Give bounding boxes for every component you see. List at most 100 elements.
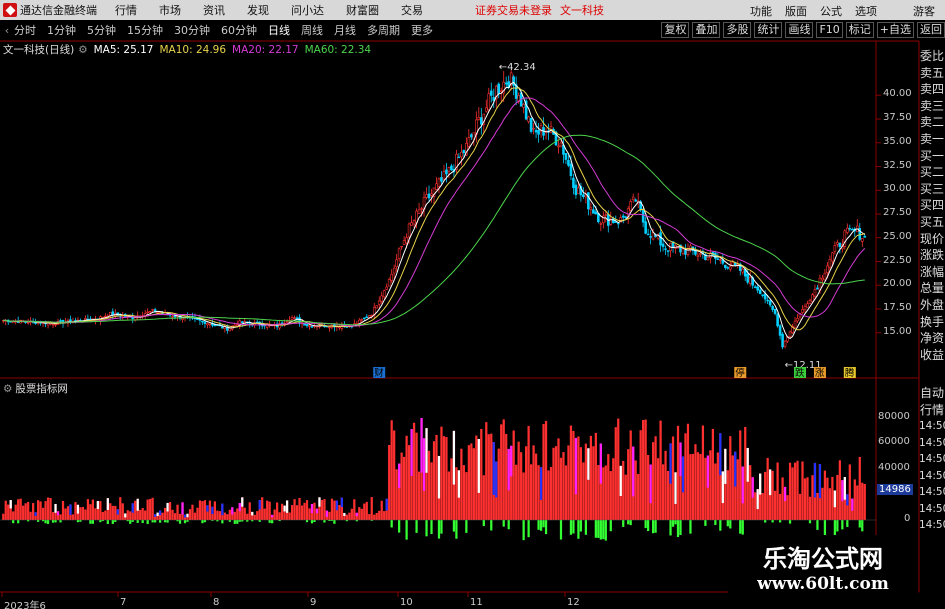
price-tick-label: 27.50 [883, 207, 912, 218]
negative-volume-bar [440, 520, 443, 534]
quote-field-label[interactable]: 涨幅 [919, 264, 945, 281]
volume-bar [500, 424, 503, 520]
candle-down [771, 306, 774, 310]
quote-field-label[interactable]: 买二 [919, 164, 945, 181]
ma-legend: 文一科技(日线) ⚙ MA5: 25.17 MA10: 24.96 MA20: … [3, 42, 371, 57]
volume-bar [390, 420, 393, 520]
quote-field-label[interactable]: 总量 [919, 280, 945, 297]
quote-field-label[interactable]: 买一 [919, 148, 945, 165]
candle-up [846, 227, 849, 233]
candle-up [719, 259, 722, 261]
kline-chart[interactable]: ←42.34←12.11财停跌涨腾 [0, 0, 945, 609]
volume-highlight-bar [116, 509, 119, 515]
candle-up [477, 117, 481, 120]
quote-field-label[interactable]: 收益 [919, 347, 945, 364]
volume-highlight-bar [843, 476, 846, 500]
negative-volume-bar [201, 520, 204, 524]
price-tick-label: 25.00 [883, 230, 912, 242]
quote-field-label[interactable]: 换手 [919, 314, 945, 331]
volume-bar [383, 511, 386, 520]
quote-field-label[interactable]: 卖五 [919, 65, 945, 82]
volume-highlight-bar [283, 505, 286, 512]
candle-up [382, 290, 386, 298]
volume-highlight-bar [325, 510, 329, 517]
candle-down [310, 326, 314, 328]
negative-volume-bar [739, 520, 742, 534]
negative-volume-bar [629, 520, 632, 526]
volume-bar [736, 459, 739, 520]
negative-volume-bar [502, 520, 505, 527]
candle-up [532, 127, 535, 130]
volume-bar [208, 500, 212, 520]
volume-bar [12, 511, 15, 520]
volume-tick-label: 60000 [878, 436, 910, 448]
negative-volume-bar [771, 520, 774, 523]
settings-gear-icon[interactable]: ⚙ [78, 44, 87, 56]
negative-volume-bar [186, 520, 189, 522]
quote-field-label[interactable]: 现价 [919, 231, 945, 248]
volume-highlight-bar [315, 508, 319, 514]
volume-bar [59, 514, 62, 520]
volume-bar [313, 502, 316, 520]
quote-field-label[interactable]: 涨跌 [919, 247, 945, 264]
negative-volume-bar [569, 520, 573, 535]
volume-highlight-bar [706, 455, 710, 488]
volume-highlight-bar [679, 442, 682, 477]
candle-down [457, 156, 461, 159]
candle-up [151, 309, 154, 311]
quote-field-label[interactable]: 卖一 [919, 131, 945, 148]
volume-bar [848, 464, 851, 520]
quote-field-label[interactable]: 买四 [919, 197, 945, 214]
volume-bar [161, 512, 164, 520]
volume-highlight-bar [599, 443, 602, 484]
candle-down [773, 309, 777, 314]
quote-field-label[interactable]: 卖四 [919, 81, 945, 98]
volume-bar [644, 419, 647, 520]
candle-down [644, 221, 647, 234]
tick-time: 14:50 [919, 469, 945, 482]
negative-volume-bar [141, 520, 144, 524]
negative-volume-bar [537, 520, 540, 530]
volume-bar [806, 477, 809, 520]
settings-gear-icon[interactable]: ⚙ [3, 383, 12, 395]
volume-bar [353, 499, 356, 520]
quote-field-label[interactable]: 净资 [919, 330, 945, 347]
negative-volume-bar [54, 520, 57, 523]
negative-volume-bar [114, 520, 117, 522]
volume-bar [691, 453, 695, 520]
quote-field-label[interactable]: 买三 [919, 181, 945, 198]
negative-volume-bar [415, 520, 418, 533]
candle-down [616, 222, 620, 225]
volume-bar [465, 472, 468, 520]
price-tick-label: 15.00 [883, 325, 912, 337]
candle-up [826, 265, 829, 273]
candle-up [484, 107, 488, 112]
volume-bar [529, 464, 533, 520]
candle-up [400, 245, 403, 248]
quote-field-label[interactable]: 卖三 [919, 98, 945, 115]
candle-up [435, 183, 438, 190]
event-mark-finance: 财 [374, 367, 384, 379]
volume-bar [373, 514, 376, 520]
candle-down [221, 326, 224, 329]
negative-volume-bar [131, 520, 134, 522]
candle-up [821, 277, 824, 281]
volume-bar [811, 475, 814, 520]
candle-up [285, 321, 289, 323]
volume-bar [686, 423, 690, 520]
candle-up [729, 266, 732, 270]
negative-volume-bar [841, 520, 844, 530]
quote-field-label[interactable]: 外盘 [919, 297, 945, 314]
volume-highlight-bar [833, 490, 836, 508]
volume-bar [542, 424, 545, 520]
candle-down [213, 324, 217, 327]
negative-volume-bar [46, 520, 50, 524]
watermark-name: 乐淘公式网 [763, 544, 883, 573]
quote-field-label[interactable]: 委比 [919, 48, 945, 65]
volume-highlight-bar [759, 473, 762, 495]
volume-highlight-bar [539, 467, 543, 500]
quote-field-label[interactable]: 卖二 [919, 114, 945, 131]
quote-field-label[interactable]: 买五 [919, 214, 945, 231]
negative-volume-bar [221, 520, 224, 524]
volume-bar [400, 452, 403, 520]
